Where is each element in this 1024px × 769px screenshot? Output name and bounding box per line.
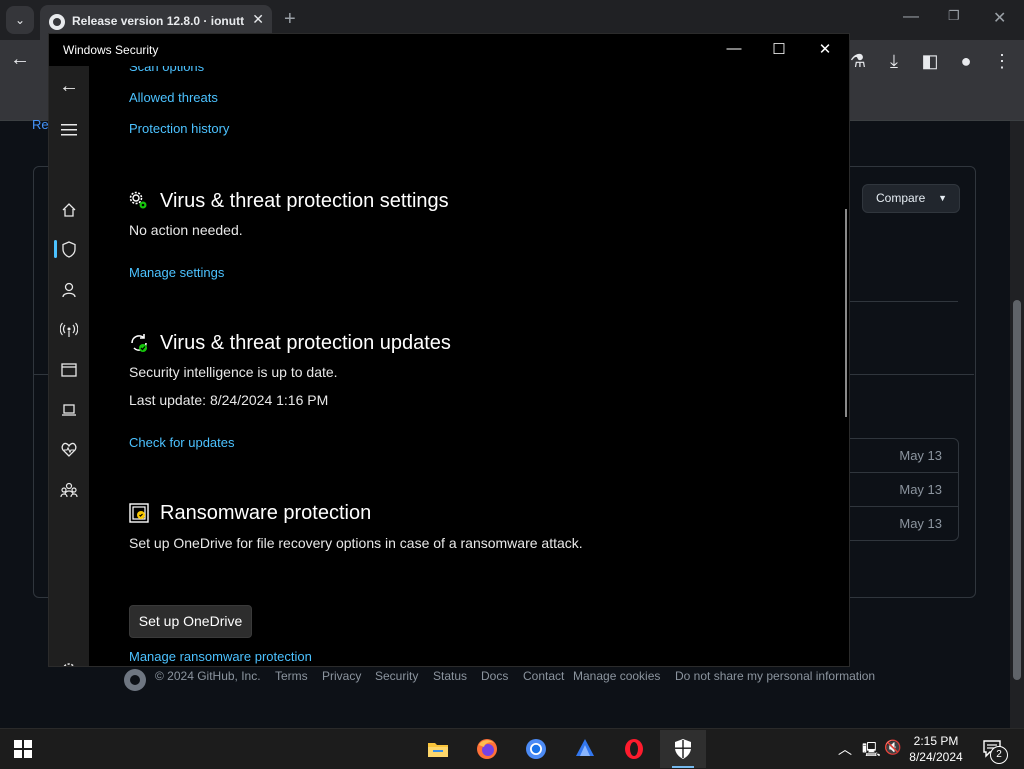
download-icon[interactable]: ⤓ bbox=[882, 49, 906, 73]
chevron-down-icon: ⌄ bbox=[14, 13, 26, 27]
refresh-updates-icon bbox=[131, 334, 147, 352]
shield-icon[interactable] bbox=[49, 238, 89, 262]
footer-link-contact[interactable]: Contact bbox=[523, 669, 564, 683]
date: 8/24/2024 bbox=[909, 750, 963, 764]
set-up-onedrive-button[interactable]: Set up OneDrive bbox=[129, 605, 252, 638]
ransomware-heading: Ransomware protection bbox=[160, 502, 372, 524]
side-panel-icon[interactable]: ◧ bbox=[918, 49, 942, 73]
opera-icon[interactable] bbox=[611, 730, 657, 768]
footer-link-manage-cookies[interactable]: Manage cookies bbox=[573, 669, 660, 683]
list-item[interactable]: May 13 bbox=[841, 473, 958, 507]
footer-link-terms[interactable]: Terms bbox=[275, 669, 308, 683]
new-tab-button[interactable]: + bbox=[284, 8, 296, 30]
footer-copyright: © 2024 GitHub, Inc. bbox=[155, 669, 261, 683]
file-explorer-icon[interactable] bbox=[415, 730, 461, 768]
network-icon[interactable]: 🖳 bbox=[862, 739, 881, 763]
footer-link-docs[interactable]: Docs bbox=[481, 669, 508, 683]
updates-status: Security intelligence is up to date. bbox=[129, 364, 338, 380]
gear-settings-icon bbox=[129, 191, 147, 209]
restore-icon[interactable]: ❐ bbox=[948, 8, 960, 24]
allowed-threats-link[interactable]: Allowed threats bbox=[129, 90, 218, 105]
caret-down-icon: ▼ bbox=[938, 193, 947, 203]
close-tab-icon[interactable]: ✕ bbox=[252, 11, 264, 28]
gear-icon[interactable] bbox=[49, 658, 89, 666]
taskbar: ︿ 🖳 🔇 2:15 PM 8/24/2024 bbox=[0, 728, 1024, 769]
manage-settings-link[interactable]: Manage settings bbox=[129, 265, 224, 280]
app-browser-icon[interactable] bbox=[49, 358, 89, 382]
windows-security-window: Windows Security — ☐ ✕ ← Scan options Al… bbox=[48, 33, 850, 667]
release-link[interactable]: Re bbox=[32, 117, 49, 132]
page-scrollbar-thumb[interactable] bbox=[1013, 300, 1021, 680]
content-pane: Scan options Allowed threats Protection … bbox=[89, 66, 845, 666]
content-scrollbar[interactable] bbox=[845, 209, 847, 417]
chevron-up-icon[interactable]: ︿ bbox=[838, 739, 852, 759]
github-logo-icon[interactable] bbox=[124, 669, 146, 691]
tab-search-button[interactable]: ⌄ bbox=[6, 6, 34, 34]
footer-link-do-not-share[interactable]: Do not share my personal information bbox=[675, 669, 875, 683]
scan-options-link[interactable]: Scan options bbox=[129, 66, 204, 74]
windows-security-taskbar-icon[interactable] bbox=[660, 730, 706, 768]
tab-title: Release version 12.8.0 · ionutt... bbox=[72, 14, 244, 28]
volume-muted-icon[interactable]: 🔇 bbox=[884, 739, 901, 756]
window-titlebar[interactable]: Windows Security — ☐ ✕ bbox=[49, 34, 849, 66]
footer-link-privacy[interactable]: Privacy bbox=[322, 669, 361, 683]
check-for-updates-link[interactable]: Check for updates bbox=[129, 435, 235, 450]
protection-history-link[interactable]: Protection history bbox=[129, 121, 229, 136]
last-update-text: Last update: 8/24/2024 1:16 PM bbox=[129, 392, 329, 408]
close-icon[interactable]: ✕ bbox=[993, 8, 1006, 28]
firefox-icon[interactable] bbox=[464, 730, 510, 768]
settings-heading: Virus & threat protection settings bbox=[160, 190, 449, 212]
wireless-icon[interactable] bbox=[49, 318, 89, 342]
windows-start-icon[interactable] bbox=[14, 740, 32, 758]
family-icon[interactable] bbox=[49, 478, 89, 502]
notification-count-badge: 2 bbox=[990, 746, 1008, 764]
minimize-icon[interactable]: — bbox=[724, 40, 744, 57]
updates-heading: Virus & threat protection updates bbox=[160, 332, 451, 354]
list-item[interactable]: May 13 bbox=[841, 507, 958, 540]
edge-beta-icon[interactable] bbox=[562, 730, 608, 768]
clock[interactable]: 2:15 PM 8/24/2024 bbox=[900, 733, 972, 765]
back-arrow-icon[interactable]: ← bbox=[49, 74, 89, 98]
manage-ransomware-protection-link[interactable]: Manage ransomware protection bbox=[129, 649, 312, 664]
time: 2:15 PM bbox=[913, 734, 959, 748]
back-arrow-icon[interactable]: ← bbox=[10, 48, 30, 71]
close-icon[interactable]: ✕ bbox=[815, 40, 835, 58]
github-favicon-icon bbox=[49, 14, 65, 30]
home-icon[interactable] bbox=[49, 198, 89, 222]
footer-link-security[interactable]: Security bbox=[375, 669, 418, 683]
chrome-icon[interactable] bbox=[513, 730, 559, 768]
ransomware-icon bbox=[129, 503, 149, 523]
person-icon[interactable] bbox=[49, 278, 89, 302]
laptop-icon[interactable] bbox=[49, 398, 89, 422]
maximize-icon[interactable]: ☐ bbox=[769, 40, 789, 58]
settings-status: No action needed. bbox=[129, 222, 243, 238]
minimize-icon[interactable]: — bbox=[903, 8, 919, 26]
navigation-sidebar: ← bbox=[49, 66, 89, 666]
profile-icon[interactable]: ● bbox=[954, 49, 978, 73]
footer-link-status[interactable]: Status bbox=[433, 669, 467, 683]
divider bbox=[848, 301, 958, 302]
ransomware-description: Set up OneDrive for file recovery option… bbox=[129, 535, 583, 551]
compare-button[interactable]: Compare ▼ bbox=[862, 184, 960, 213]
list-item[interactable]: May 13 bbox=[841, 439, 958, 473]
window-title: Windows Security bbox=[63, 43, 159, 57]
release-list: May 13 May 13 May 13 bbox=[840, 438, 959, 541]
hamburger-menu-icon[interactable] bbox=[49, 118, 89, 142]
more-menu-icon[interactable]: ⋮ bbox=[990, 49, 1014, 73]
compare-label: Compare bbox=[876, 191, 926, 205]
heart-pulse-icon[interactable] bbox=[49, 438, 89, 462]
